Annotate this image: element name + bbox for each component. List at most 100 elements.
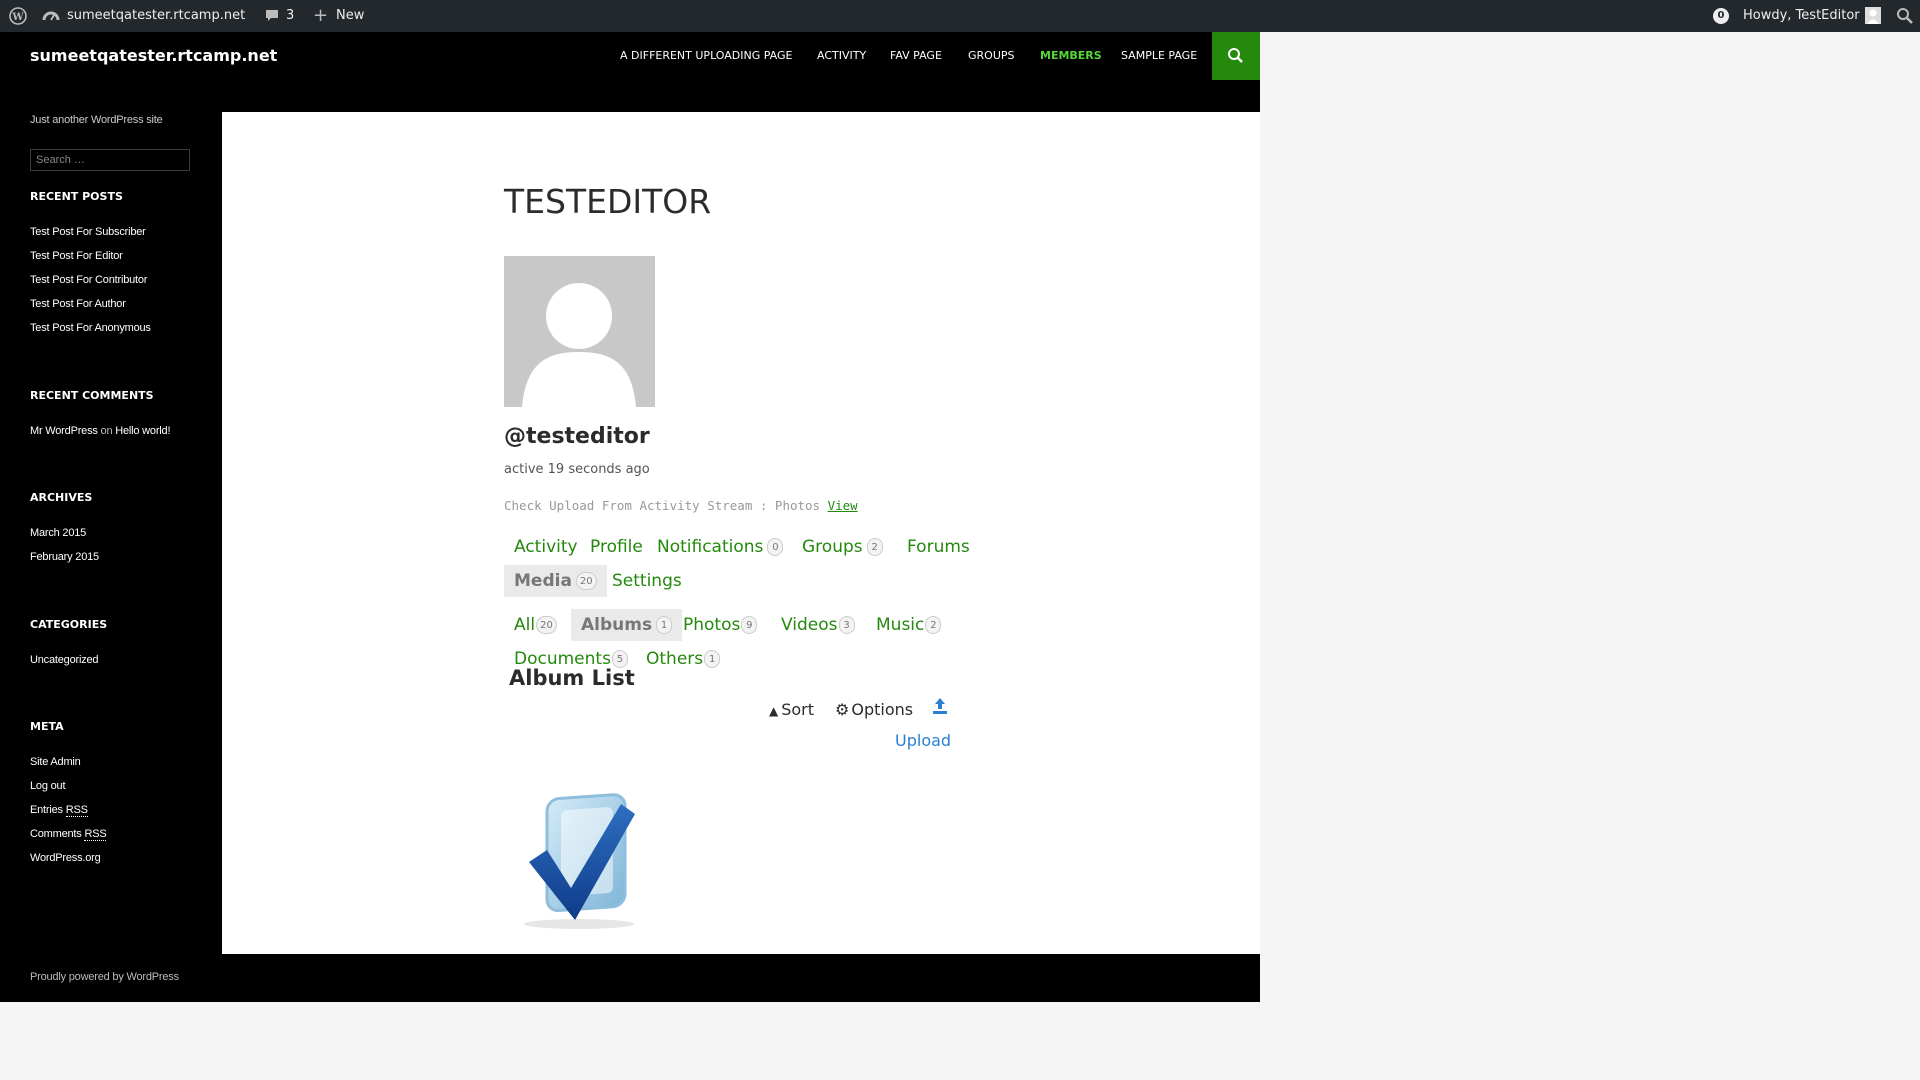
tab-media[interactable]: Media 20 [504, 565, 607, 597]
site-footer: Proudly powered by WordPress [0, 954, 1260, 1002]
sort-label: Sort [781, 700, 815, 719]
tab-label: Media [514, 571, 572, 591]
media-tab-videos[interactable]: Videos 3 [781, 615, 855, 635]
tab-label: Photos [683, 615, 741, 635]
log-out-link[interactable]: Log out [30, 780, 66, 792]
media-tab-albums[interactable]: Albums 1 [571, 609, 683, 641]
admin-search-icon[interactable] [1896, 0, 1914, 32]
site-admin-link[interactable]: Site Admin [30, 756, 81, 768]
page-title: TESTEDITOR [504, 182, 712, 221]
nav-item-groups[interactable]: GROUPS [968, 32, 1015, 80]
header-search-button[interactable] [1212, 32, 1260, 80]
wordpress-logo-icon[interactable]: W [8, 0, 28, 32]
recent-post-link[interactable]: Test Post For Editor [30, 250, 123, 262]
username: @testeditor [504, 424, 650, 449]
meta-heading: META [30, 720, 64, 733]
notifications-badge[interactable]: 0 [1713, 0, 1729, 32]
nav-item-sample-page[interactable]: SAMPLE PAGE [1121, 32, 1197, 80]
new-content-link[interactable]: New [336, 0, 364, 32]
tab-label: Albums [581, 615, 653, 635]
count-badge: 20 [536, 616, 557, 634]
archives-heading: ARCHIVES [30, 491, 93, 504]
recent-post-link[interactable]: Test Post For Anonymous [30, 322, 151, 334]
upload-icon[interactable] [931, 697, 949, 720]
album-list-title: Album List [509, 666, 635, 690]
media-tab-others[interactable]: Others 1 [646, 649, 721, 669]
comments-label: Comments [30, 828, 82, 840]
tab-settings[interactable]: Settings [612, 571, 682, 591]
tab-notifications[interactable]: Notifications 0 [657, 537, 784, 557]
activity-time: active 19 seconds ago [504, 462, 650, 477]
archive-link[interactable]: March 2015 [30, 527, 86, 539]
main-content: TESTEDITOR @testeditor active 19 seconds… [222, 112, 1260, 986]
nav-item-members[interactable]: MEMBERS [1040, 32, 1102, 80]
avatar[interactable] [504, 256, 655, 407]
powered-by-link[interactable]: Proudly powered by WordPress [30, 971, 179, 983]
rss-abbr: RSS [84, 828, 107, 841]
options-button[interactable]: ⚙ Options [835, 700, 913, 719]
archive-link[interactable]: February 2015 [30, 551, 99, 563]
search-icon [1228, 48, 1243, 63]
count-badge: 9 [741, 616, 758, 634]
count-badge: 20 [575, 572, 597, 590]
sort-button[interactable]: ▲ Sort [769, 700, 814, 719]
media-tab-music[interactable]: Music 2 [876, 615, 942, 635]
options-label: Options [851, 700, 914, 719]
tab-forums[interactable]: Forums [907, 537, 970, 557]
comments-rss-link[interactable]: Comments RSS [30, 828, 107, 841]
comments-icon[interactable] [264, 0, 280, 32]
howdy-user[interactable]: Howdy, TestEditor [1743, 0, 1860, 32]
recent-posts-heading: RECENT POSTS [30, 190, 123, 203]
nav-item-uploading[interactable]: A DIFFERENT UPLOADING PAGE [620, 32, 793, 80]
tab-profile[interactable]: Profile [590, 537, 643, 557]
media-tab-photos[interactable]: Photos 9 [683, 615, 758, 635]
user-avatar-icon[interactable] [1864, 0, 1882, 32]
comment-post-link[interactable]: Hello world! [115, 425, 170, 437]
dashboard-icon[interactable] [42, 0, 60, 32]
plus-icon[interactable]: + [313, 0, 328, 32]
site-wrapper: sumeetqatester.rtcamp.net A DIFFERENT UP… [0, 32, 1260, 1002]
recent-post-link[interactable]: Test Post For Contributor [30, 274, 147, 286]
count-badge: 2 [866, 538, 883, 556]
entries-rss-link[interactable]: Entries RSS [30, 804, 88, 817]
tab-label: Videos [781, 615, 838, 635]
sort-icon: ▲ [769, 704, 779, 718]
notification-count: 0 [1713, 7, 1729, 24]
recent-comments-heading: RECENT COMMENTS [30, 389, 154, 402]
nav-item-fav-page[interactable]: FAV PAGE [890, 32, 942, 80]
comment-author-link[interactable]: Mr WordPress [30, 425, 98, 437]
checkmark-icon [524, 793, 635, 929]
recent-comment-item: Mr WordPress on Hello world! [30, 425, 171, 437]
tab-label: All [514, 615, 536, 635]
album-thumbnail[interactable] [509, 784, 649, 934]
view-link[interactable]: View [828, 498, 858, 513]
count-badge: 3 [838, 616, 855, 634]
comment-on-text: on [100, 425, 113, 437]
nav-item-activity[interactable]: ACTIVITY [817, 32, 866, 80]
default-avatar-icon [504, 256, 655, 407]
tab-label: Notifications [657, 537, 764, 557]
tab-label: Others [646, 649, 704, 669]
admin-bar: W sumeetqatester.rtcamp.net 3 + New 0 Ho… [0, 0, 1920, 32]
entries-label: Entries [30, 804, 63, 816]
count-badge: 1 [656, 616, 673, 634]
upload-link[interactable]: Upload [895, 731, 951, 750]
comments-count[interactable]: 3 [286, 0, 294, 32]
wordpress-org-link[interactable]: WordPress.org [30, 852, 101, 864]
tab-groups[interactable]: Groups 2 [802, 537, 883, 557]
site-header: sumeetqatester.rtcamp.net A DIFFERENT UP… [0, 32, 1260, 80]
admin-site-name[interactable]: sumeetqatester.rtcamp.net [67, 0, 245, 32]
gear-icon: ⚙ [835, 700, 850, 719]
tab-label: Groups [802, 537, 863, 557]
recent-post-link[interactable]: Test Post For Subscriber [30, 226, 146, 238]
count-badge: 0 [767, 538, 784, 556]
count-badge: 1 [704, 650, 721, 668]
recent-post-link[interactable]: Test Post For Author [30, 298, 126, 310]
media-tab-all[interactable]: All 20 [514, 615, 557, 635]
site-tagline: Just another WordPress site [30, 114, 163, 126]
category-link[interactable]: Uncategorized [30, 654, 99, 666]
tab-activity[interactable]: Activity [514, 537, 578, 557]
categories-heading: CATEGORIES [30, 618, 108, 631]
sidebar-search-input[interactable]: Search … [30, 149, 190, 171]
site-title[interactable]: sumeetqatester.rtcamp.net [30, 32, 277, 80]
